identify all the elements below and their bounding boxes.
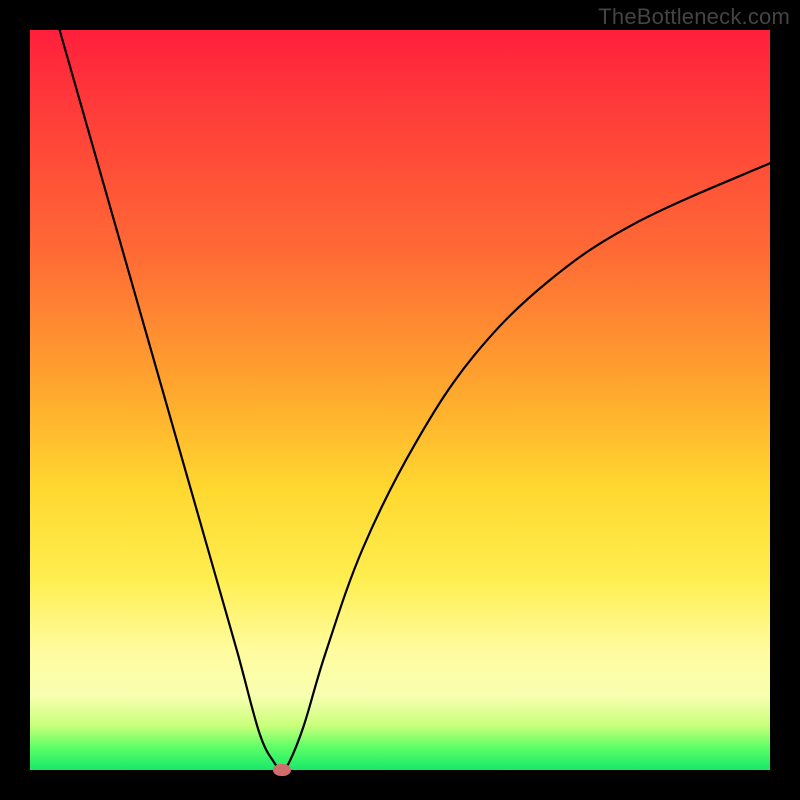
- optimum-marker: [273, 764, 291, 776]
- curve-left-branch: [60, 30, 282, 770]
- curve-right-branch: [282, 163, 770, 770]
- chart-frame: TheBottleneck.com: [0, 0, 800, 800]
- watermark-text: TheBottleneck.com: [598, 4, 790, 30]
- plot-area: [30, 30, 770, 770]
- curve-svg: [30, 30, 770, 770]
